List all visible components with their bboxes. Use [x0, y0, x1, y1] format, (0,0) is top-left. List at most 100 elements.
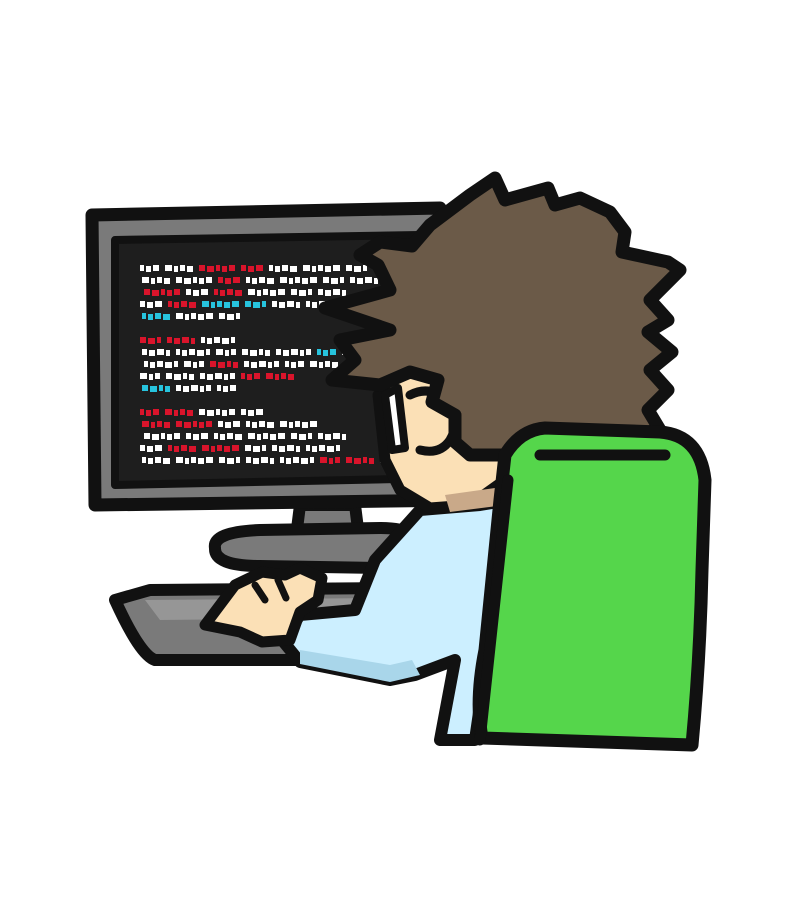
code-dash [218, 362, 225, 368]
code-dash [369, 458, 374, 464]
code-dash [144, 361, 148, 367]
code-dash [253, 302, 260, 308]
code-dash [265, 350, 270, 356]
code-dash [189, 446, 196, 452]
code-dash [283, 350, 289, 356]
code-dash [295, 421, 300, 427]
code-dash [164, 278, 170, 284]
code-dash [325, 361, 330, 367]
code-dash [300, 350, 304, 356]
glasses-arm [381, 384, 409, 454]
code-dash [151, 422, 155, 428]
code-dash [140, 445, 145, 451]
code-dash [199, 278, 204, 284]
code-dash [191, 338, 195, 344]
code-dash [214, 289, 218, 295]
code-dash [140, 265, 144, 271]
code-dash [142, 313, 146, 319]
code-dash [182, 337, 189, 343]
code-dash [202, 301, 209, 307]
code-dash [181, 445, 187, 451]
chair [472, 421, 712, 752]
code-dash [302, 422, 308, 428]
code-dash [231, 337, 235, 343]
code-dash [333, 289, 340, 295]
code-dash [176, 385, 181, 391]
code-dash [147, 302, 153, 308]
code-dash [291, 289, 297, 295]
code-dash [197, 350, 204, 356]
code-dash [312, 446, 317, 452]
code-dash [227, 433, 233, 439]
code-dash [185, 458, 189, 464]
code-dash [225, 350, 229, 356]
code-dash [306, 445, 310, 451]
code-dash [206, 385, 211, 391]
code-dash [291, 433, 297, 439]
code-dash [201, 337, 205, 343]
code-dash [286, 458, 291, 464]
code-dash [291, 362, 296, 368]
code-dash [325, 266, 331, 272]
code-dash [312, 266, 316, 272]
code-dash [189, 374, 194, 380]
code-dash [246, 457, 251, 463]
code-dash [191, 457, 196, 463]
code-dash [153, 265, 159, 271]
code-dash [185, 314, 189, 320]
code-dash [146, 410, 151, 416]
code-dash [302, 278, 308, 284]
code-dash [174, 446, 179, 452]
code-dash [187, 410, 193, 416]
code-dash [287, 301, 294, 307]
code-dash [165, 386, 170, 392]
code-dash [291, 349, 298, 355]
code-dash [207, 266, 214, 272]
code-dash [272, 445, 277, 451]
code-dash [168, 301, 172, 307]
code-dash [206, 457, 213, 463]
code-dash [163, 314, 170, 320]
code-dash [191, 385, 198, 391]
code-dash [164, 422, 170, 428]
code-dash [301, 458, 308, 464]
code-dash [323, 277, 329, 283]
code-dash [200, 386, 204, 392]
programmer-at-computer-illustration [85, 171, 712, 752]
code-dash [269, 265, 273, 271]
code-dash [167, 434, 172, 440]
code-dash [224, 446, 230, 452]
code-dash [206, 277, 212, 283]
code-dash [181, 301, 187, 307]
code-dash [227, 289, 233, 295]
code-dash [290, 266, 297, 272]
code-dash [168, 445, 172, 451]
code-dash [216, 409, 220, 415]
code-dash [233, 277, 240, 283]
code-dash [193, 434, 199, 440]
code-dash [325, 434, 331, 440]
code-dash [220, 290, 225, 296]
code-dash [174, 410, 178, 416]
code-dash [140, 337, 146, 343]
code-dash [189, 349, 195, 355]
code-dash [149, 350, 155, 356]
code-dash [219, 457, 225, 463]
code-dash [333, 265, 340, 271]
code-dash [148, 338, 155, 344]
code-dash [259, 361, 266, 367]
code-dash [274, 361, 279, 367]
code-dash [176, 277, 182, 283]
code-dash [279, 302, 285, 308]
code-dash [189, 302, 196, 308]
code-dash [166, 350, 170, 356]
code-dash [342, 290, 346, 296]
code-dash [215, 373, 222, 379]
code-dash [144, 289, 150, 295]
code-dash [198, 314, 204, 320]
code-dash [151, 278, 155, 284]
chair-back [472, 421, 712, 752]
code-dash [340, 277, 344, 283]
code-dash [224, 302, 230, 308]
code-dash [199, 361, 204, 367]
